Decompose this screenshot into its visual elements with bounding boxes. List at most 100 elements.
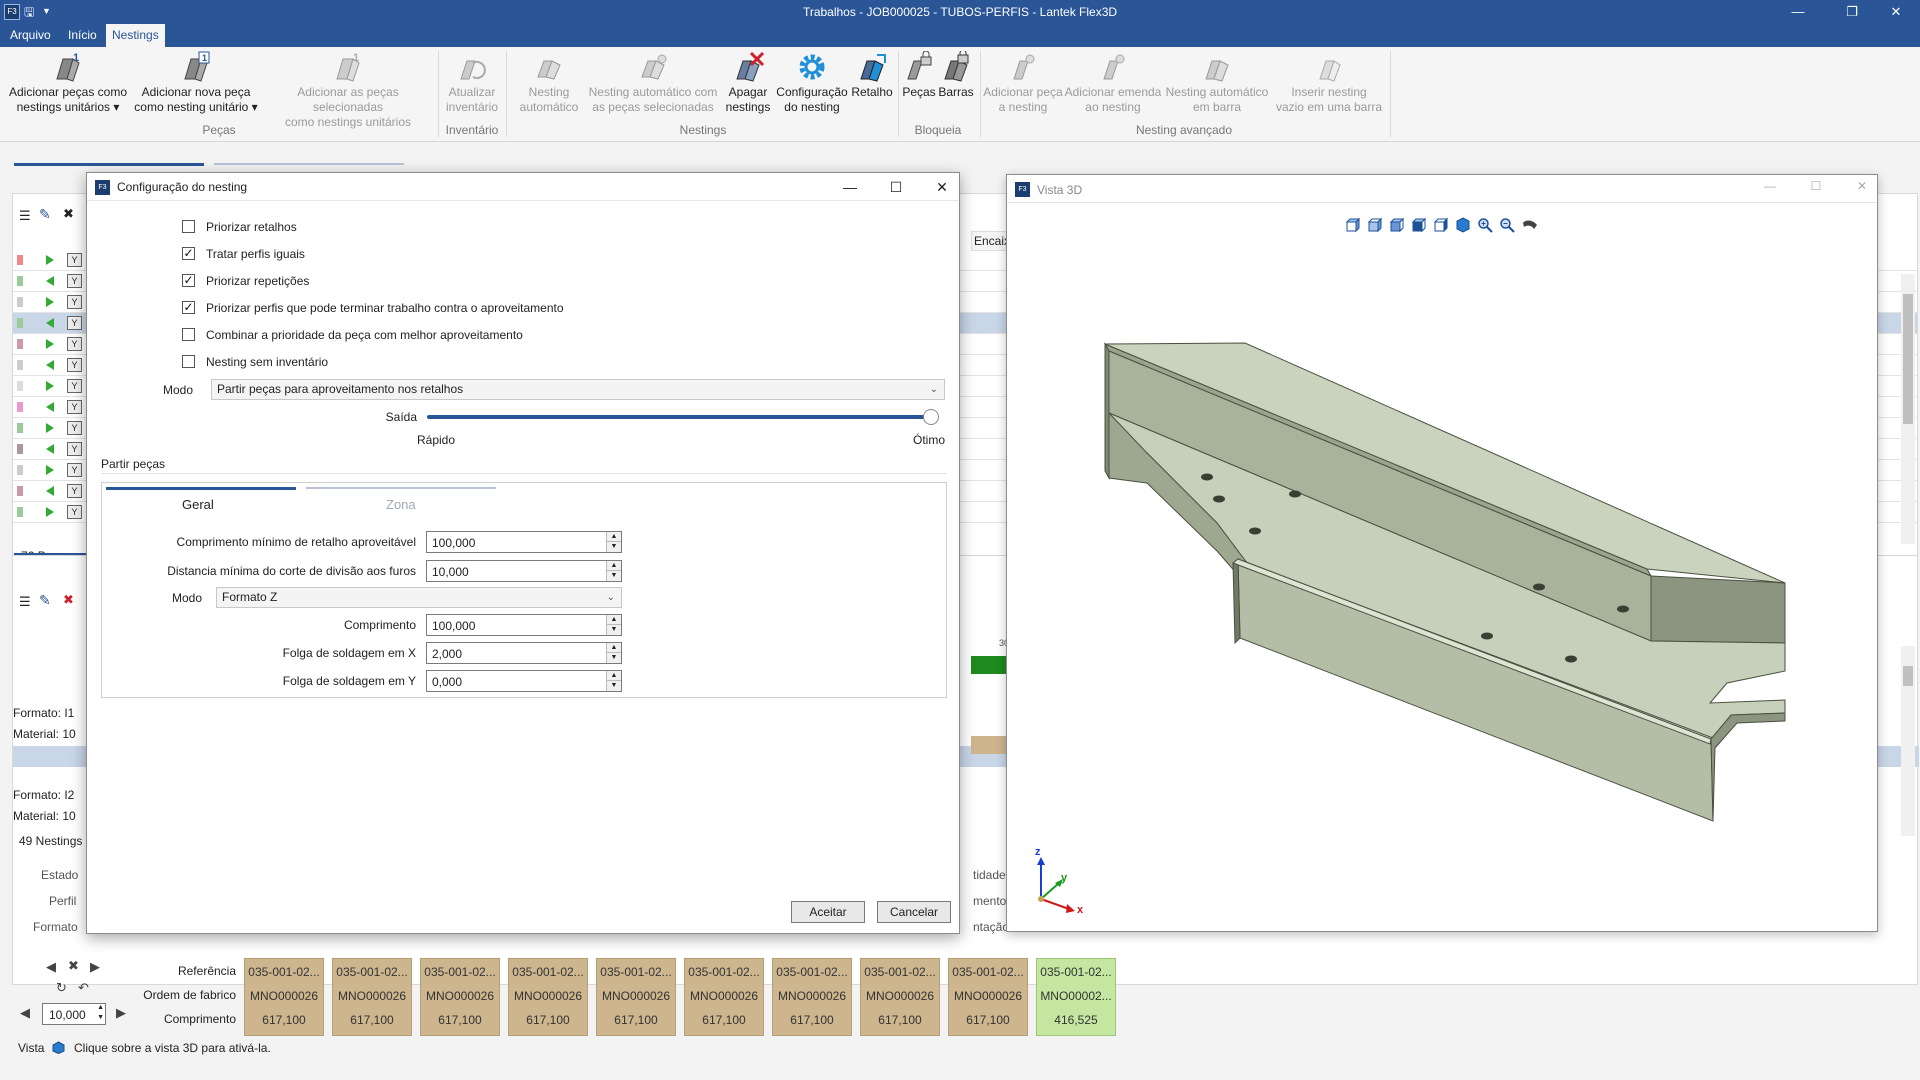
- checkbox[interactable]: [182, 328, 195, 341]
- auto-nesting-selected-button[interactable]: Nesting automático com as peças selecion…: [586, 51, 720, 115]
- comprimento-input[interactable]: 100,000 ▲ ▼: [426, 614, 622, 636]
- nesting-card[interactable]: 035-001-02... MNO000026 617,100: [684, 958, 764, 1036]
- checkbox-checked[interactable]: ✓: [182, 274, 195, 287]
- tree-row-formato[interactable]: Formato: I2: [13, 788, 74, 802]
- dist-min-input[interactable]: 10,000 ▲ ▼: [426, 560, 622, 582]
- modo-select[interactable]: Formato Z ⌄: [216, 587, 622, 608]
- parts-grid-scrollbar[interactable]: [1901, 274, 1915, 544]
- step-down-icon[interactable]: ▼: [97, 1014, 104, 1021]
- close-window-button[interactable]: ✕: [1876, 2, 1916, 22]
- checkbox-checked[interactable]: ✓: [182, 301, 195, 314]
- tab-nestings[interactable]: Nestings: [106, 24, 165, 47]
- auto-nesting-bar-button[interactable]: Nesting automático em barra: [1164, 51, 1270, 115]
- tree-row-material[interactable]: Material: 10: [13, 809, 76, 823]
- spin-up-icon[interactable]: ▲: [606, 643, 621, 653]
- view3d-minimize-button[interactable]: —: [1755, 179, 1785, 193]
- comp-min-input[interactable]: 100,000 ▲ ▼: [426, 531, 622, 553]
- undo-icon[interactable]: ↶: [78, 980, 89, 996]
- scrollbar-thumb[interactable]: [1903, 666, 1913, 686]
- panel-tab-active[interactable]: [14, 163, 204, 166]
- tab-geral[interactable]: Geral: [182, 497, 214, 512]
- nesting-card[interactable]: 035-001-02... MNO000026 617,100: [332, 958, 412, 1036]
- prev-icon[interactable]: ◀: [46, 959, 56, 975]
- folga-x-input[interactable]: 2,000 ▲ ▼: [426, 642, 622, 664]
- lock-parts-button[interactable]: Peças: [900, 51, 938, 100]
- step-input[interactable]: 10,000 ▲ ▼: [42, 1003, 106, 1025]
- restore-button[interactable]: ❐: [1832, 2, 1872, 22]
- delete-icon[interactable]: ✖: [63, 592, 74, 608]
- edit-icon[interactable]: ✎: [39, 206, 51, 223]
- saida-slider-thumb[interactable]: [923, 409, 939, 425]
- mode-select[interactable]: Partir peças para aproveitamento nos ret…: [211, 379, 945, 400]
- nesting-card[interactable]: 035-001-02... MNO000026 617,100: [420, 958, 500, 1036]
- nesting-config-button[interactable]: Configuração do nesting: [776, 51, 848, 115]
- add-new-part-button[interactable]: 1 Adicionar nova peça como nesting unitá…: [134, 51, 258, 115]
- spin-down-icon[interactable]: ▼: [606, 625, 621, 635]
- tab-arquivo[interactable]: Arquivo: [4, 24, 57, 47]
- spin-down-icon[interactable]: ▼: [606, 653, 621, 663]
- grid-layout-icon[interactable]: ☰: [19, 594, 31, 610]
- dialog-close-button[interactable]: ✕: [927, 176, 957, 198]
- profile-3d-model[interactable]: [1007, 203, 1877, 931]
- nesting-card[interactable]: 035-001-02... MNO000026 617,100: [772, 958, 852, 1036]
- checkbox[interactable]: [182, 220, 195, 233]
- view3d-maximize-button[interactable]: ☐: [1801, 179, 1831, 193]
- add-splice-button[interactable]: Adicionar emenda ao nesting: [1064, 51, 1162, 115]
- tree-row-material[interactable]: Material: 10: [13, 727, 76, 741]
- rotate-icon[interactable]: ↻: [56, 980, 67, 996]
- group-label-nesting-avancado: Nesting avançado: [1135, 123, 1233, 137]
- nesting-card[interactable]: 035-001-02... MNO000026 617,100: [244, 958, 324, 1036]
- group-label-bloqueia: Bloqueia: [914, 123, 962, 137]
- panel-tab-inactive[interactable]: [214, 163, 404, 165]
- add-part-to-nesting-button[interactable]: Adicionar peça a nesting: [982, 51, 1064, 115]
- spin-up-icon[interactable]: ▲: [606, 561, 621, 571]
- prev-step-icon[interactable]: ◀: [20, 1005, 30, 1021]
- ribbon-label: a nesting: [998, 100, 1048, 114]
- edit-icon[interactable]: ✎: [39, 592, 51, 609]
- view3d-close-button[interactable]: ✕: [1847, 179, 1877, 193]
- next-step-icon[interactable]: ▶: [116, 1005, 126, 1021]
- insert-empty-nesting-button[interactable]: Inserir nesting vazio em uma barra: [1272, 51, 1386, 115]
- minimize-button[interactable]: —: [1778, 2, 1818, 22]
- nestings-scrollbar[interactable]: [1901, 646, 1915, 836]
- add-splice-icon: [1103, 54, 1125, 80]
- dialog-minimize-button[interactable]: —: [835, 176, 865, 198]
- tab-inicio[interactable]: Início: [62, 24, 103, 47]
- spin-up-icon[interactable]: ▲: [606, 671, 621, 681]
- nesting-card[interactable]: 035-001-02... MNO000026 617,100: [508, 958, 588, 1036]
- tab-zona[interactable]: Zona: [386, 497, 416, 512]
- add-parts-unit-button[interactable]: 1 Adicionar peças como nestings unitário…: [4, 51, 132, 115]
- checkbox-checked[interactable]: ✓: [182, 247, 195, 260]
- delete-nestings-button[interactable]: Apagar nestings: [722, 51, 774, 115]
- folga-y-input[interactable]: 0,000 ▲ ▼: [426, 670, 622, 692]
- tree-row-formato[interactable]: Formato: I1: [13, 706, 74, 720]
- accept-button[interactable]: Aceitar: [791, 901, 865, 923]
- grid-layout-icon[interactable]: ☰: [19, 208, 31, 224]
- dialog-maximize-button[interactable]: ☐: [881, 176, 911, 198]
- nesting-card-selected[interactable]: 035-001-02... MNO00002... 416,525: [1036, 958, 1116, 1036]
- next-icon[interactable]: ▶: [90, 959, 100, 975]
- update-inventory-button[interactable]: Atualizar inventário: [442, 51, 502, 115]
- scrollbar-thumb[interactable]: [1903, 294, 1913, 424]
- add-selected-parts-button[interactable]: 1 Adicionar as peças selecionadas como n…: [262, 51, 434, 130]
- spin-down-icon[interactable]: ▼: [606, 542, 621, 552]
- delete-icon[interactable]: ✖: [68, 958, 79, 974]
- auto-nesting-button[interactable]: Nesting automático: [512, 51, 586, 115]
- spin-down-icon[interactable]: ▼: [606, 681, 621, 691]
- ribbon-label: as peças selecionadas: [592, 100, 714, 114]
- cancel-button[interactable]: Cancelar: [877, 901, 951, 923]
- nesting-card[interactable]: 035-001-02... MNO000026 617,100: [860, 958, 940, 1036]
- nesting-card[interactable]: 035-001-02... MNO000026 617,100: [596, 958, 676, 1036]
- checkbox[interactable]: [182, 355, 195, 368]
- saida-slider-track[interactable]: [427, 415, 931, 419]
- spin-up-icon[interactable]: ▲: [606, 532, 621, 542]
- spin-down-icon[interactable]: ▼: [606, 571, 621, 581]
- spin-up-icon[interactable]: ▲: [606, 615, 621, 625]
- nesting-card[interactable]: 035-001-02... MNO000026 617,100: [948, 958, 1028, 1036]
- folga-x-label: Folga de soldagem em X: [282, 646, 416, 660]
- step-up-icon[interactable]: ▲: [97, 1004, 104, 1011]
- delete-icon[interactable]: ✖: [63, 206, 74, 222]
- lock-bars-button[interactable]: Barras: [936, 51, 976, 100]
- remnant-button[interactable]: Retalho: [850, 51, 894, 100]
- view3d-viewport[interactable]: z y x: [1007, 203, 1877, 931]
